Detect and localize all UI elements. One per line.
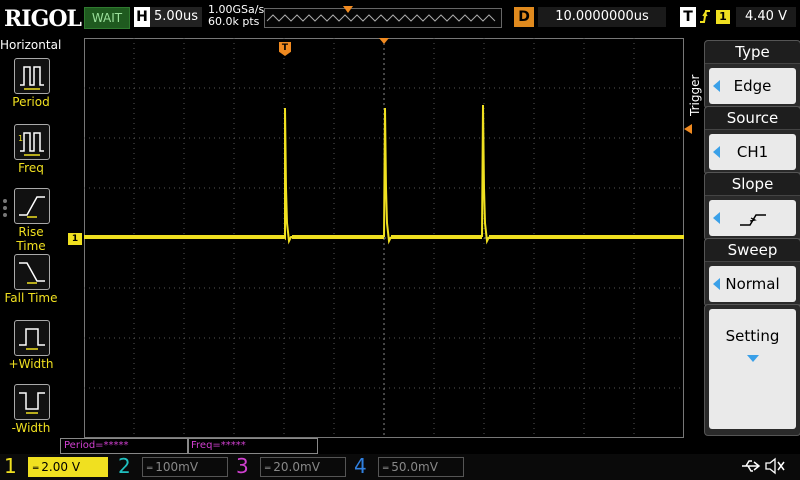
period-icon [14, 58, 50, 94]
channel-2-status[interactable]: 2 ═ 100mV [118, 454, 228, 478]
measure-pos-width-label: +Width [8, 357, 54, 371]
waveform-grid-svg [84, 38, 684, 438]
brand-logo: RIGOL [4, 6, 82, 32]
ch1-offset-marker[interactable]: 1 [68, 233, 82, 245]
measure-menu-title: Horizontal [0, 38, 62, 52]
usb-icon [740, 457, 762, 475]
acquisition-info: 1.00GSa/s 60.0k pts [208, 4, 264, 28]
channel-1-status[interactable]: 1 ═ 2.00 V [4, 454, 110, 478]
top-status-bar: RIGOL WAIT H 5.00us 1.00GSa/s 60.0k pts … [0, 0, 800, 36]
trigger-source-value: CH1 [736, 143, 769, 161]
channel-3-status[interactable]: 3 ═ 20.0mV [236, 454, 346, 478]
freq-icon: 1 [14, 124, 50, 160]
channel-3-number: 3 [236, 454, 249, 478]
rising-slope-icon [739, 213, 766, 226]
trigger-source-softkey[interactable]: Source CH1 [704, 106, 800, 175]
measure-fall-time[interactable]: Fall Time [2, 252, 60, 316]
trigger-setting-softkey[interactable]: Setting [704, 304, 800, 436]
svg-text:1: 1 [18, 134, 23, 143]
measure-rise-time-label: Rise Time [16, 225, 46, 253]
select-arrow-icon [713, 212, 720, 224]
trigger-sweep-title: Sweep [705, 239, 800, 262]
horizontal-label: H [134, 7, 150, 27]
rising-edge-icon [698, 7, 712, 27]
channel-3-scale: ═ 20.0mV [260, 457, 346, 477]
menu-page-indicator [3, 196, 7, 220]
memory-trigger-marker [343, 6, 353, 13]
delay-label: D [514, 7, 534, 27]
measure-neg-width-label: -Width [11, 421, 51, 435]
channel-4-number: 4 [354, 454, 367, 478]
channel-1-scale: ═ 2.00 V [28, 457, 108, 477]
measure-period[interactable]: Period [2, 56, 60, 120]
measure-neg-width[interactable]: -Width [2, 382, 60, 446]
channel-2-scale: ═ 100mV [142, 457, 228, 477]
run-stop-status[interactable]: WAIT [84, 7, 130, 29]
measure-fall-time-label: Fall Time [4, 291, 58, 305]
measure-freq-label: Freq [18, 161, 44, 175]
measure-freq[interactable]: 1 Freq [2, 122, 60, 186]
trigger-source-title: Source [705, 107, 800, 130]
trigger-slope-softkey[interactable]: Slope [704, 172, 800, 241]
measure-menu: Horizontal Period 1 Freq Rise Time Fall … [0, 36, 62, 440]
memory-depth: 60.0k pts [208, 15, 260, 28]
trigger-menu-label: Trigger [688, 74, 702, 116]
fall-time-icon [14, 254, 50, 290]
horizontal-delay-value[interactable]: 10.0000000us [538, 7, 666, 27]
neg-width-icon [14, 384, 50, 420]
trigger-setting-label: Setting [725, 327, 780, 345]
rise-time-icon [14, 188, 50, 224]
channel-2-number: 2 [118, 454, 131, 478]
trigger-sweep-softkey[interactable]: Sweep Normal [704, 238, 800, 307]
trigger-slope-title: Slope [705, 173, 800, 196]
trigger-sweep-value: Normal [725, 275, 780, 293]
trigger-level-value[interactable]: 4.40 V [736, 7, 796, 27]
trigger-type-value: Edge [733, 77, 772, 95]
trigger-type-title: Type [705, 41, 800, 64]
measure-rise-time[interactable]: Rise Time [2, 186, 60, 253]
trigger-type-softkey[interactable]: Type Edge [704, 40, 800, 109]
memory-overview-bar[interactable] [264, 8, 502, 28]
select-arrow-icon [713, 80, 720, 92]
memory-waveform-preview [266, 14, 496, 22]
waveform-display[interactable] [84, 38, 684, 438]
measure-period-label: Period [12, 95, 50, 109]
chevron-down-icon [747, 355, 759, 362]
pos-width-icon [14, 320, 50, 356]
measurement-period[interactable]: Period=***** [60, 438, 189, 454]
channel-4-status[interactable]: 4 ═ 50.0mV [354, 454, 464, 478]
timebase-value[interactable]: 5.00us [150, 7, 202, 27]
speaker-muted-icon[interactable] [764, 456, 786, 476]
measurement-freq[interactable]: Freq=***** [187, 438, 318, 454]
channel-1-number: 1 [4, 454, 17, 478]
select-arrow-icon [713, 146, 720, 158]
trigger-label: T [680, 7, 696, 27]
screen-center-marker [379, 38, 389, 44]
measure-pos-width[interactable]: +Width [2, 318, 60, 382]
channel-4-scale: ═ 50.0mV [378, 457, 464, 477]
trigger-source-badge: 1 [716, 10, 730, 24]
select-arrow-icon [713, 278, 720, 290]
